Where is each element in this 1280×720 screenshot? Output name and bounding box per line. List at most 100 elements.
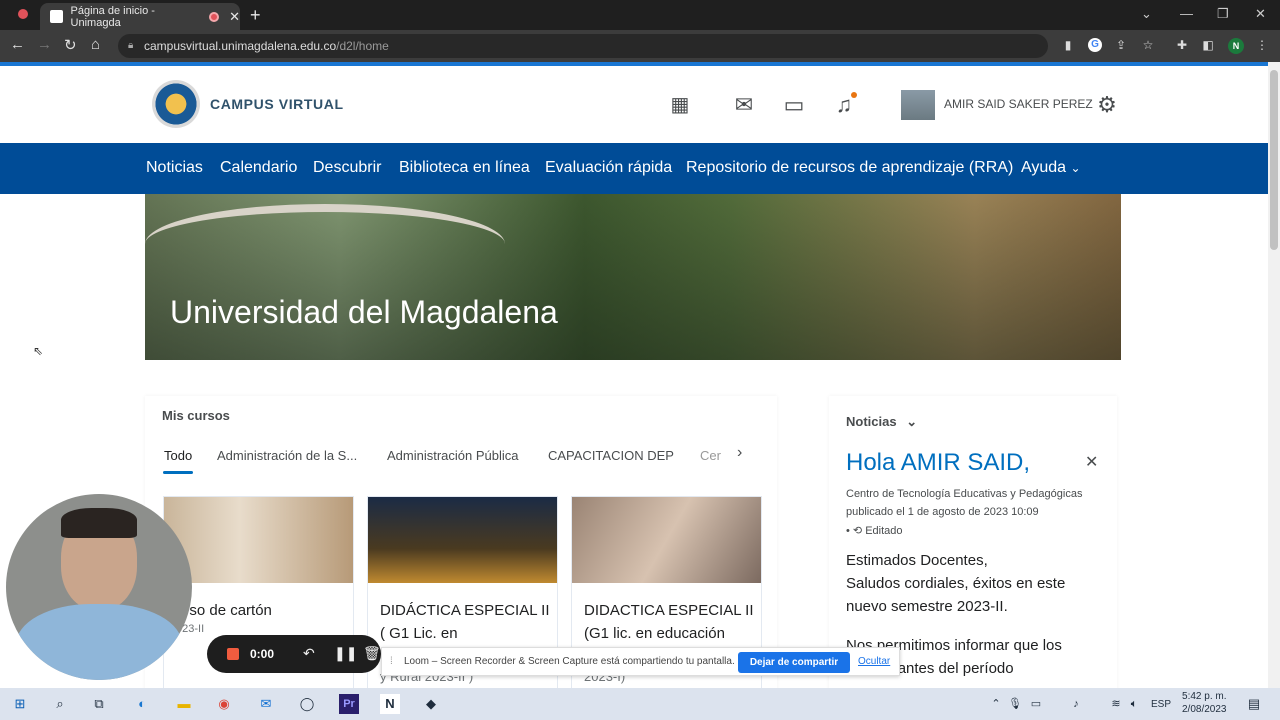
new-tab-button[interactable]: +: [250, 5, 261, 26]
delete-icon[interactable]: 🗑︎: [363, 645, 381, 662]
drag-handle-icon[interactable]: ⁞: [390, 656, 393, 667]
url-path: /d2l/home: [336, 39, 389, 53]
nav-biblioteca[interactable]: Biblioteca en línea: [399, 159, 530, 177]
nav-ayuda[interactable]: Ayuda ⌄: [1021, 159, 1081, 177]
browser-tab[interactable]: Página de inicio - Unimagda ✕: [40, 3, 240, 30]
bridge-image: [145, 204, 505, 284]
nav-evaluacion[interactable]: Evaluación rápida: [545, 159, 672, 177]
pause-icon[interactable]: ❚❚: [334, 645, 357, 662]
chrome-icon[interactable]: ◉: [214, 694, 234, 714]
page-scrollbar[interactable]: [1268, 62, 1280, 688]
user-name[interactable]: AMIR SAID SAKER PEREZ: [944, 97, 1093, 111]
edge-icon[interactable]: ◐: [132, 694, 152, 714]
url-domain: campusvirtual.unimagdalena.edu.co: [144, 39, 337, 53]
banner-title: Universidad del Magdalena: [170, 294, 558, 330]
camera-icon[interactable]: ▮: [1061, 38, 1075, 52]
speaker-icon[interactable]: 🔈︎: [1124, 694, 1144, 714]
user-avatar[interactable]: [901, 90, 935, 120]
minimize-icon[interactable]: —: [1180, 6, 1193, 21]
hide-button[interactable]: Ocultar: [858, 656, 890, 667]
tab-search-icon[interactable]: ⌄: [1141, 6, 1152, 22]
search-icon[interactable]: ⌕: [50, 694, 70, 714]
recording-indicator-icon: [18, 9, 28, 19]
windows-taskbar: ⊞ ⌕ ⧉ ◐ ▬ ◉ ✉ ◯ Pr N ◆ ⌃ 🎙︎ ▭ ♪ ≋ 🔈︎ ESP…: [0, 688, 1280, 720]
windows-start-icon[interactable]: ⊞: [10, 694, 30, 714]
nav-repositorio[interactable]: Repositorio de recursos de aprendizaje (…: [686, 159, 1013, 177]
language-indicator[interactable]: ESP: [1151, 699, 1171, 710]
news-author: Centro de Tecnología Educativas y Pedagó…: [846, 488, 1083, 500]
premiere-icon[interactable]: Pr: [339, 694, 359, 714]
chat-icon[interactable]: ▭: [781, 92, 807, 118]
dell-icon[interactable]: ◯: [297, 694, 317, 714]
course-image: [368, 497, 557, 583]
university-logo[interactable]: [152, 80, 200, 128]
home-icon[interactable]: ⌂: [91, 36, 100, 53]
forward-icon[interactable]: →: [37, 36, 52, 53]
news-edited-label: Editado: [865, 525, 903, 537]
bookmark-star-icon[interactable]: ☆: [1141, 38, 1155, 52]
notification-center-icon[interactable]: ▤: [1244, 694, 1264, 714]
news-title[interactable]: Noticias ⌄: [846, 414, 917, 430]
course-image: [572, 497, 761, 583]
brand-title[interactable]: CAMPUS VIRTUAL: [210, 96, 344, 112]
nav-calendario[interactable]: Calendario: [220, 159, 297, 177]
clock[interactable]: 5:42 p. m. 2/08/2023: [1182, 690, 1227, 716]
chevron-right-icon[interactable]: ›: [737, 444, 742, 462]
back-icon[interactable]: ←: [10, 36, 25, 53]
tab-administracion-publica[interactable]: Administración Pública: [387, 448, 519, 463]
maximize-icon[interactable]: ❐: [1217, 6, 1229, 22]
share-icon[interactable]: ⇪: [1114, 38, 1128, 52]
window-close-icon[interactable]: ✕: [1255, 6, 1266, 22]
tab-administracion-s[interactable]: Administración de la S...: [217, 448, 357, 463]
tab-close-icon[interactable]: ✕: [229, 9, 240, 25]
reload-icon[interactable]: ↻: [64, 36, 77, 54]
task-view-icon[interactable]: ⧉: [89, 694, 109, 714]
nav-descubrir[interactable]: Descubrir: [313, 159, 381, 177]
mail-app-icon[interactable]: ✉: [256, 694, 276, 714]
file-explorer-icon[interactable]: ▬: [174, 694, 194, 714]
google-icon[interactable]: G: [1088, 38, 1102, 52]
presenter-hair: [61, 508, 137, 538]
tray-overflow-icon[interactable]: ⌃: [986, 694, 1006, 714]
browser-toolbar: ← → ↻ ⌂ 🔒︎ campusvirtual.unimagdalena.ed…: [0, 30, 1280, 62]
mail-icon[interactable]: ✉: [731, 92, 757, 118]
presenter-shirt: [16, 604, 182, 680]
undo-icon[interactable]: ↶: [303, 645, 315, 662]
profile-avatar[interactable]: N: [1228, 38, 1244, 54]
history-icon: ⟲: [852, 525, 863, 537]
news-published: publicado el 1 de agosto de 2023 10:09: [846, 506, 1039, 518]
wifi-icon[interactable]: ≋: [1106, 694, 1126, 714]
stop-recording-button[interactable]: [227, 648, 239, 660]
mouse-cursor-icon: ⇖: [33, 344, 44, 358]
course-title: DIDÁCTICA ESPECIAL II ( G1 Lic. en: [380, 602, 550, 642]
browser-menu-icon[interactable]: ⋮: [1255, 38, 1269, 52]
tab-capacitacion[interactable]: CAPACITACION DEP: [548, 448, 674, 463]
battery-icon[interactable]: ▭: [1026, 694, 1046, 714]
webcam-bubble[interactable]: [6, 494, 192, 680]
stop-sharing-button[interactable]: Dejar de compartir: [738, 652, 850, 673]
notification-dot: [851, 92, 857, 98]
address-bar[interactable]: 🔒︎ campusvirtual.unimagdalena.edu.co/d2l…: [118, 34, 1048, 58]
news-edited: • ⟲ Editado: [846, 525, 903, 537]
clock-time: 5:42 p. m.: [1182, 691, 1227, 702]
volume-icon[interactable]: ♪: [1066, 694, 1086, 714]
scrollbar-thumb[interactable]: [1270, 70, 1278, 250]
nav-noticias[interactable]: Noticias: [146, 159, 203, 177]
courses-title: Mis cursos: [162, 408, 230, 423]
notion-icon[interactable]: N: [380, 694, 400, 714]
extensions-icon[interactable]: ✚: [1175, 38, 1189, 52]
close-icon[interactable]: ✕: [1085, 452, 1098, 472]
course-image: [164, 497, 353, 583]
browser-tab-bar: Página de inicio - Unimagda ✕ + ⌄ — ❐ ✕: [0, 0, 1280, 30]
app-icon[interactable]: ◆: [421, 694, 441, 714]
news-body-greeting: Estimados Docentes,: [846, 552, 988, 569]
news-headline[interactable]: Hola AMIR SAID,: [846, 449, 1030, 477]
tab-cer[interactable]: Cer: [700, 448, 721, 463]
settings-gear-icon[interactable]: ⚙: [1094, 92, 1120, 118]
microphone-icon[interactable]: 🎙︎: [1005, 694, 1025, 714]
tab-recording-icon: [209, 11, 220, 22]
waffle-menu-icon[interactable]: ▦: [667, 92, 693, 118]
tab-todo[interactable]: Todo: [164, 448, 192, 463]
side-panel-icon[interactable]: ◧: [1201, 38, 1215, 52]
recording-timer: 0:00: [250, 647, 275, 661]
